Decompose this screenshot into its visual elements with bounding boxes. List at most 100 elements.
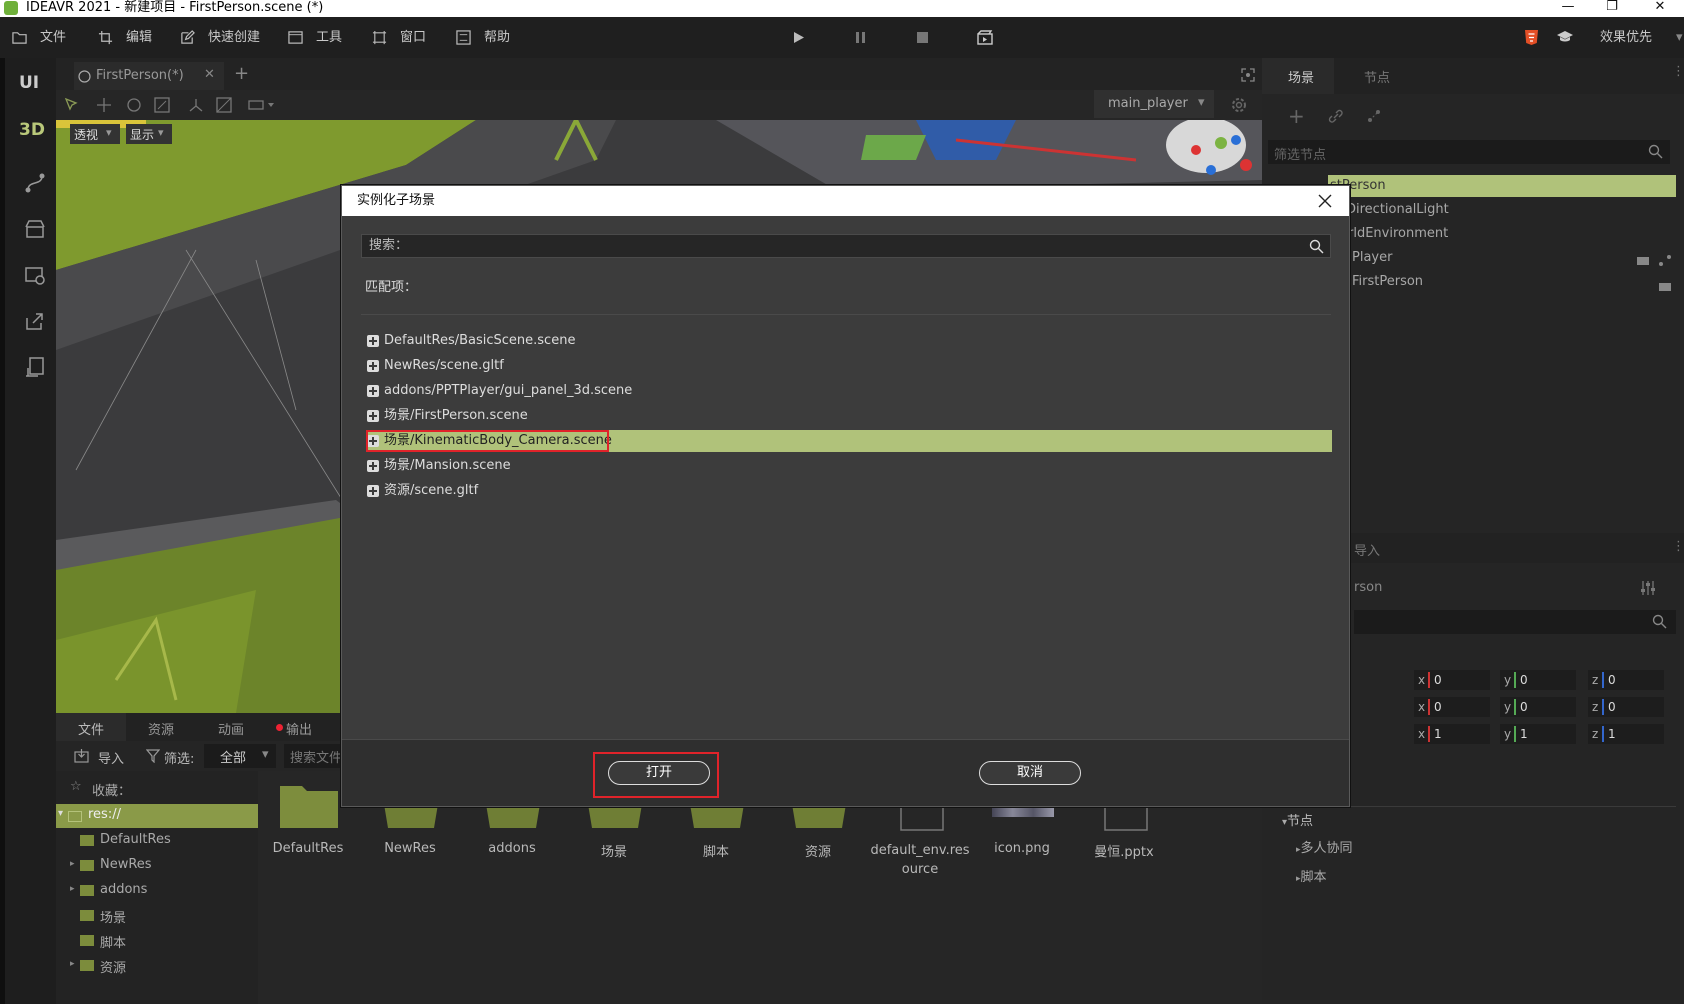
add-icon bbox=[367, 460, 379, 472]
script-section-label: 脚本 bbox=[1300, 870, 1327, 885]
result-item[interactable]: 场景/FirstPerson.scene bbox=[367, 405, 1332, 427]
quality-dropdown[interactable]: 效果优先 ▾ bbox=[1600, 17, 1683, 58]
tab-scene[interactable]: 场景 bbox=[1262, 58, 1334, 94]
result-item[interactable]: NewRes/scene.gltf bbox=[367, 355, 1332, 377]
view-options-icon[interactable] bbox=[248, 98, 276, 112]
graduation-cap-icon[interactable] bbox=[1557, 31, 1573, 43]
store-icon[interactable] bbox=[24, 218, 46, 240]
minimize-button[interactable]: — bbox=[1548, 0, 1588, 17]
rotation-y-field[interactable]: y0 bbox=[1500, 697, 1576, 717]
close-tab-icon[interactable]: ✕ bbox=[204, 67, 215, 82]
tree-node-firstperson-child[interactable]: FirstPerson bbox=[1352, 271, 1423, 293]
result-item[interactable]: 场景/Mansion.scene bbox=[367, 455, 1332, 477]
tab-assets-label: 资源 bbox=[148, 723, 175, 738]
stop-icon[interactable] bbox=[917, 32, 928, 43]
folder-icon bbox=[80, 910, 94, 921]
clapperboard-icon[interactable] bbox=[977, 30, 993, 45]
close-window-button[interactable]: ✕ bbox=[1640, 0, 1680, 17]
tab-animation[interactable]: 动画 bbox=[196, 713, 266, 741]
scene-tab-bar: FirstPerson(*) ✕ + bbox=[56, 58, 1262, 90]
add-node-icon[interactable]: + bbox=[1288, 104, 1305, 128]
dialog-search-input[interactable]: 搜索： bbox=[361, 234, 1331, 258]
tree-collapsed-icon: ▸ bbox=[70, 884, 75, 894]
node-branch-icon[interactable] bbox=[1366, 108, 1382, 124]
display-dropdown[interactable]: 显示 ▾ bbox=[126, 124, 172, 144]
more-options-icon[interactable]: ⋮ bbox=[1672, 64, 1684, 79]
transform-z-field[interactable]: z0 bbox=[1588, 670, 1664, 690]
add-icon bbox=[367, 360, 379, 372]
scale-z-field[interactable]: z1 bbox=[1588, 724, 1664, 744]
sliders-icon[interactable] bbox=[1640, 580, 1656, 596]
tab-import[interactable]: 导入 bbox=[1354, 540, 1380, 559]
scale-y-field[interactable]: y1 bbox=[1500, 724, 1576, 744]
filter-icon bbox=[146, 749, 160, 763]
property-filter-input[interactable] bbox=[1354, 610, 1676, 634]
script-section[interactable]: ▸脚本 bbox=[1296, 866, 1327, 885]
node-section[interactable]: ▾节点 bbox=[1282, 810, 1313, 829]
tab-output[interactable]: 输出 bbox=[266, 713, 336, 741]
html5-icon[interactable] bbox=[1525, 30, 1538, 45]
add-tab-icon[interactable]: + bbox=[234, 63, 249, 84]
node-branch-icon[interactable] bbox=[1658, 254, 1672, 266]
menu-help-label: 帮助 bbox=[484, 30, 511, 45]
clapper-icon[interactable] bbox=[1636, 254, 1650, 266]
asset-settings-icon[interactable] bbox=[24, 264, 46, 286]
help-icon bbox=[456, 30, 471, 45]
close-icon[interactable] bbox=[1318, 194, 1332, 208]
transform-x-field[interactable]: x0 bbox=[1414, 670, 1490, 690]
tab-files[interactable]: 文件 bbox=[56, 713, 126, 741]
tab-node[interactable]: 节点 bbox=[1342, 58, 1414, 94]
move-tool-icon[interactable] bbox=[96, 97, 112, 113]
scene-tab[interactable]: FirstPerson(*) ✕ bbox=[74, 62, 224, 90]
filter-label: 筛选: bbox=[164, 752, 195, 767]
file-search-input[interactable]: 搜索文件 bbox=[284, 744, 344, 768]
tree-item-label: NewRes bbox=[100, 857, 152, 872]
tree-node-directional-light[interactable]: DirectionalLight bbox=[1346, 199, 1449, 221]
ui-mode-button[interactable]: UI bbox=[19, 73, 39, 93]
export-icon[interactable] bbox=[24, 356, 46, 378]
highlight-box bbox=[366, 430, 609, 452]
cancel-button[interactable]: 取消 bbox=[979, 761, 1081, 785]
perspective-dropdown[interactable]: 透视 ▾ bbox=[70, 124, 120, 144]
import-button[interactable]: 导入 bbox=[98, 748, 124, 767]
play-icon[interactable] bbox=[793, 31, 805, 44]
tree-item-label: 脚本 bbox=[100, 936, 127, 951]
tree-node-world-environment[interactable]: rldEnvironment bbox=[1348, 223, 1448, 245]
result-item[interactable]: DefaultRes/BasicScene.scene bbox=[367, 330, 1332, 352]
menu-tools-label: 工具 bbox=[316, 30, 343, 45]
snap-icon[interactable] bbox=[216, 97, 232, 113]
node-filter-input[interactable]: 筛选节点 bbox=[1268, 140, 1670, 164]
scale-x-field[interactable]: x1 bbox=[1414, 724, 1490, 744]
3d-mode-button[interactable]: 3D bbox=[19, 120, 45, 140]
rotation-z-field[interactable]: z0 bbox=[1588, 697, 1664, 717]
camera-select[interactable]: main_player ▾ bbox=[1094, 90, 1214, 118]
restore-button[interactable]: ❐ bbox=[1592, 0, 1632, 17]
tab-files-label: 文件 bbox=[78, 723, 105, 738]
camera-select-value: main_player bbox=[1108, 96, 1188, 111]
link-icon[interactable] bbox=[1328, 108, 1344, 124]
transform-y-field[interactable]: y0 bbox=[1500, 670, 1576, 690]
fullscreen-icon[interactable] bbox=[1241, 68, 1255, 82]
result-item[interactable]: 资源/scene.gltf bbox=[367, 480, 1332, 502]
clapper-icon[interactable] bbox=[1658, 280, 1672, 292]
menu-file-label: 文件 bbox=[40, 30, 67, 45]
filter-select-value: 全部 bbox=[220, 751, 247, 766]
tree-collapsed-icon: ▸ bbox=[70, 859, 75, 869]
tree-item-res-root[interactable]: ▾ res:// bbox=[56, 804, 258, 828]
tree-node-player[interactable]: Player bbox=[1352, 247, 1392, 269]
scale-tool-icon[interactable] bbox=[154, 97, 170, 113]
rotate-tool-icon[interactable] bbox=[126, 97, 142, 113]
tab-assets[interactable]: 资源 bbox=[126, 713, 196, 741]
filter-select[interactable]: 全部 ▾ bbox=[204, 744, 276, 768]
result-item[interactable]: addons/PPTPlayer/gui_panel_3d.scene bbox=[367, 380, 1332, 402]
path-tool-icon[interactable] bbox=[24, 172, 46, 194]
rotation-x-field[interactable]: x0 bbox=[1414, 697, 1490, 717]
share-icon[interactable] bbox=[24, 310, 46, 332]
select-tool-icon[interactable] bbox=[64, 97, 80, 113]
pause-icon[interactable] bbox=[855, 31, 867, 44]
more-options-icon[interactable]: ⋮ bbox=[1672, 539, 1684, 554]
settings-gear-icon[interactable] bbox=[1230, 96, 1248, 114]
pivot-icon[interactable] bbox=[188, 97, 204, 113]
tab-animation-label: 动画 bbox=[218, 723, 245, 738]
multiplayer-section[interactable]: ▸多人协同 bbox=[1296, 837, 1353, 856]
